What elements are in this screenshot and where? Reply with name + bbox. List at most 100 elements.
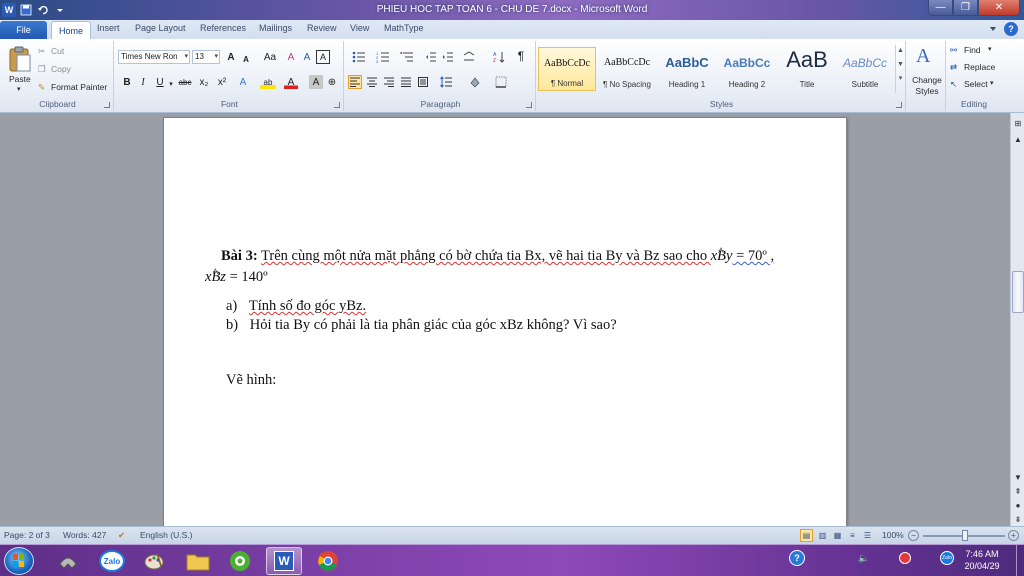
next-page-icon[interactable]: ⇟ — [1012, 513, 1024, 525]
taskbar-explorer[interactable] — [180, 547, 216, 575]
styles-gallery-scroll[interactable]: ▲ ▼ ▾ — [895, 45, 905, 93]
page-count[interactable]: Page: 2 of 3 — [4, 530, 50, 540]
align-center-icon[interactable] — [365, 75, 379, 89]
bold-button[interactable]: B — [120, 75, 134, 89]
start-button[interactable] — [4, 547, 34, 575]
gallery-down-icon[interactable]: ▼ — [896, 61, 905, 68]
web-layout-view-icon[interactable]: ▦ — [831, 529, 844, 542]
text-effects-button[interactable]: A — [236, 75, 250, 89]
bullets-icon[interactable] — [348, 50, 370, 64]
scroll-thumb[interactable] — [1012, 271, 1024, 313]
style-no-spacing[interactable]: AaBbCcDc ¶ No Spacing — [598, 47, 656, 91]
superscript-button[interactable]: x² — [214, 75, 230, 89]
zoom-in-icon[interactable]: + — [1008, 530, 1019, 541]
print-layout-view-icon[interactable]: ▤ — [800, 529, 813, 542]
browse-object-icon[interactable]: ● — [1012, 499, 1024, 511]
zoom-out-icon[interactable]: − — [908, 530, 919, 541]
taskbar-game-app[interactable] — [50, 547, 86, 575]
taskbar-paint[interactable] — [136, 547, 172, 575]
style-title[interactable]: AaB Title — [778, 47, 836, 91]
close-button[interactable]: ✕ — [978, 0, 1020, 16]
antivirus-tray-icon[interactable] — [896, 549, 914, 567]
outline-view-icon[interactable]: ≡ — [846, 529, 859, 542]
tab-view[interactable]: View — [350, 23, 369, 33]
grow-font-button[interactable]: A — [224, 50, 238, 64]
draft-view-icon[interactable]: ☰ — [861, 529, 874, 542]
font-color-button[interactable]: A — [284, 75, 298, 89]
vertical-scrollbar[interactable]: ⊞ ▲ ▼ ⇞ ● ⇟ — [1010, 113, 1024, 526]
paste-button[interactable]: Paste ▾ — [5, 43, 35, 95]
zoom-level[interactable]: 100% — [882, 530, 904, 540]
taskbar-coccoc[interactable] — [222, 547, 258, 575]
system-clock[interactable]: 7:46 AM 20/04/29 — [956, 548, 1008, 572]
distributed-icon[interactable] — [416, 75, 430, 89]
asian-layout-icon[interactable] — [462, 50, 476, 64]
show-desktop-button[interactable] — [1016, 545, 1024, 576]
taskbar-zalo[interactable]: Zalo — [94, 547, 130, 575]
minimize-button[interactable]: — — [928, 0, 953, 16]
decrease-indent-icon[interactable] — [424, 50, 438, 64]
show-formatting-icon[interactable]: ¶ — [514, 49, 528, 63]
tab-mathtype[interactable]: MathType — [384, 23, 424, 33]
gallery-up-icon[interactable]: ▲ — [896, 47, 905, 54]
shading-icon[interactable] — [468, 75, 482, 89]
character-shading-icon[interactable]: A — [309, 75, 323, 89]
tab-home[interactable]: Home — [51, 21, 91, 40]
font-dialog-launcher-icon[interactable] — [334, 102, 340, 108]
document-page[interactable]: Bài 3: Trên cùng một nửa mặt phẳng có bờ… — [163, 117, 847, 527]
zalo-tray-icon[interactable]: Zalo — [938, 549, 956, 567]
ribbon-collapse-icon[interactable] — [988, 24, 998, 34]
paste-dropdown-icon[interactable]: ▾ — [17, 85, 21, 93]
change-case-button[interactable]: Aa — [261, 50, 279, 64]
tab-page-layout[interactable]: Page Layout — [135, 23, 186, 33]
strikethrough-button[interactable]: abc — [176, 75, 194, 89]
highlight-button[interactable]: ab — [260, 75, 276, 89]
tab-file[interactable]: File — [0, 21, 47, 39]
change-styles-button[interactable]: A Change Styles — [910, 43, 944, 99]
help-tray-icon[interactable]: ? — [788, 549, 806, 567]
word-count[interactable]: Words: 427 — [63, 530, 106, 540]
zoom-slider-thumb[interactable] — [962, 530, 968, 541]
proofing-icon[interactable]: ✔ — [118, 530, 125, 541]
style-subtitle[interactable]: AaBbCc Subtitle — [836, 47, 894, 91]
styles-dialog-launcher-icon[interactable] — [896, 102, 902, 108]
maximize-button[interactable]: ❐ — [953, 0, 978, 16]
scroll-down-icon[interactable]: ▼ — [1012, 471, 1024, 483]
volume-icon[interactable]: 🔈 — [855, 549, 873, 567]
numbering-icon[interactable]: 123 — [372, 50, 394, 64]
full-screen-view-icon[interactable]: ▥ — [816, 529, 829, 542]
style-normal[interactable]: AaBbCcDc ¶ Normal — [538, 47, 596, 91]
shrink-font-button[interactable]: A — [239, 52, 253, 66]
subscript-button[interactable]: x₂ — [196, 75, 212, 89]
line-spacing-icon[interactable] — [439, 75, 453, 89]
align-left-icon[interactable] — [348, 75, 362, 89]
taskbar-word[interactable]: W — [266, 547, 302, 575]
previous-page-icon[interactable]: ⇞ — [1012, 485, 1024, 497]
font-size-select[interactable]: 13 ▾ — [192, 50, 220, 64]
ruler-toggle-icon[interactable]: ⊞ — [1012, 117, 1024, 129]
tab-insert[interactable]: Insert — [97, 23, 120, 33]
paragraph-dialog-launcher-icon[interactable] — [526, 102, 532, 108]
increase-indent-icon[interactable] — [441, 50, 455, 64]
style-heading-2[interactable]: AaBbCc Heading 2 — [718, 47, 776, 91]
enclose-characters-icon[interactable]: ⊕ — [325, 75, 339, 89]
tab-mailings[interactable]: Mailings — [259, 23, 292, 33]
borders-icon[interactable] — [494, 75, 508, 89]
gallery-more-icon[interactable]: ▾ — [896, 74, 905, 82]
align-right-icon[interactable] — [382, 75, 396, 89]
phonetic-guide-button[interactable]: A — [300, 50, 314, 64]
tab-references[interactable]: References — [200, 23, 246, 33]
tab-review[interactable]: Review — [307, 23, 337, 33]
taskbar-chrome[interactable] — [310, 547, 346, 575]
justify-icon[interactable] — [399, 75, 413, 89]
clear-formatting-button[interactable]: A — [284, 50, 298, 64]
character-border-button[interactable]: A — [316, 50, 330, 64]
scroll-up-icon[interactable]: ▲ — [1012, 133, 1024, 145]
italic-button[interactable]: I — [136, 75, 150, 89]
help-icon[interactable]: ? — [1004, 22, 1018, 36]
sort-icon[interactable]: AZ — [492, 50, 506, 64]
language-indicator[interactable]: English (U.S.) — [140, 530, 192, 540]
multilevel-list-icon[interactable] — [396, 50, 418, 64]
font-family-select[interactable]: Times New Ron ▾ — [118, 50, 190, 64]
style-heading-1[interactable]: AaBbC Heading 1 — [658, 47, 716, 91]
